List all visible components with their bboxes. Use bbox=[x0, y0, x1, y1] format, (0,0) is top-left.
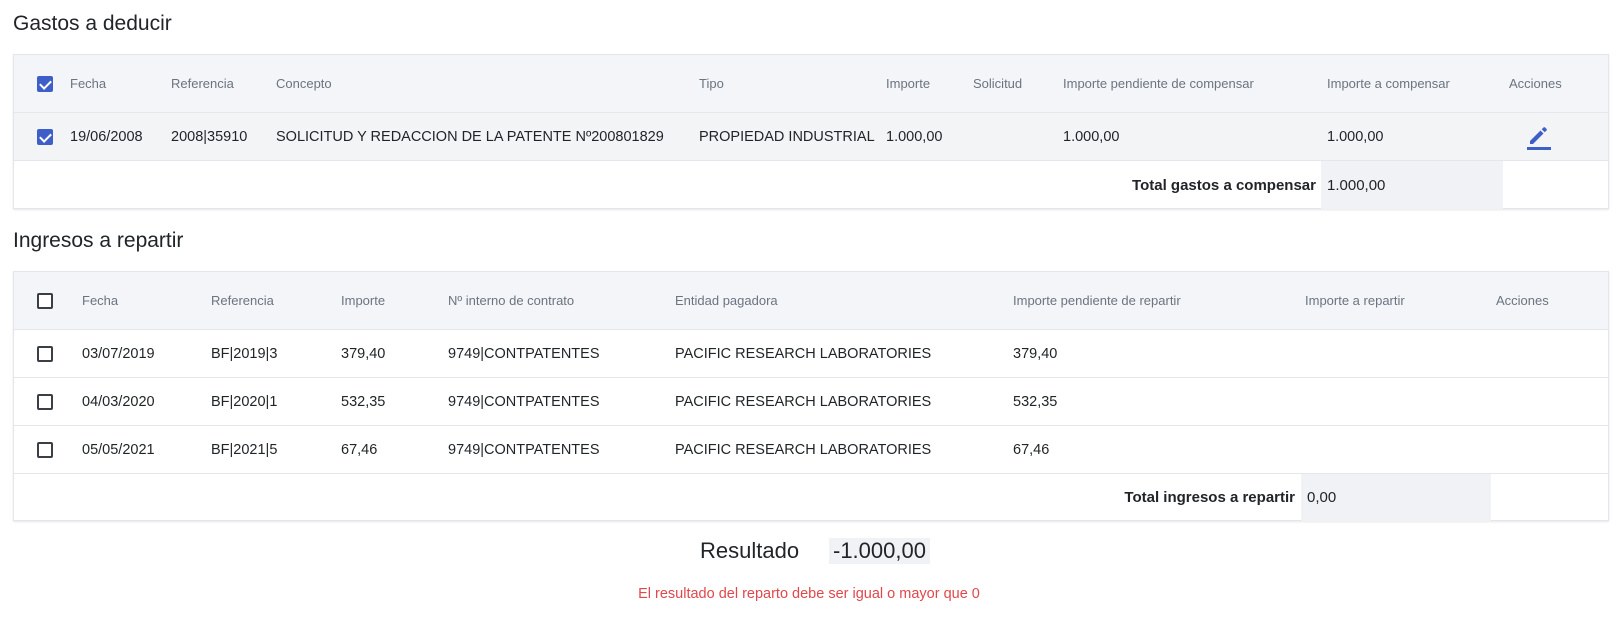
checkbox-checked-icon bbox=[37, 128, 53, 145]
header-importe-pendiente[interactable]: Importe pendiente de repartir bbox=[1013, 272, 1181, 329]
cell-importe-pendiente: 532,35 bbox=[1013, 393, 1058, 410]
header-importe-compensar[interactable]: Importe a compensar bbox=[1327, 55, 1450, 112]
header-tipo[interactable]: Tipo bbox=[699, 55, 724, 112]
cell-entidad: PACIFIC RESEARCH LABORATORIES bbox=[675, 345, 932, 362]
edit-button[interactable] bbox=[1527, 113, 1551, 160]
cell-entidad: PACIFIC RESEARCH LABORATORIES bbox=[675, 393, 932, 410]
ingresos-select-all-checkbox[interactable] bbox=[37, 272, 53, 329]
gastos-table: Fecha Referencia Concepto Tipo Importe S… bbox=[13, 54, 1609, 209]
gastos-total-row: Total gastos a compensar 1.000,00 bbox=[14, 161, 1608, 209]
header-referencia[interactable]: Referencia bbox=[211, 272, 274, 329]
header-fecha[interactable]: Fecha bbox=[70, 55, 106, 112]
checkbox-checked-icon bbox=[37, 75, 53, 92]
table-row[interactable]: 19/06/2008 2008|35910 SOLICITUD Y REDACC… bbox=[14, 113, 1608, 161]
ingresos-table-header: Fecha Referencia Importe Nº interno de c… bbox=[14, 272, 1608, 330]
total-ingresos-label: Total ingresos a repartir bbox=[1124, 489, 1295, 506]
row-checkbox[interactable] bbox=[37, 426, 53, 473]
cell-referencia: BF|2021|5 bbox=[211, 441, 278, 458]
cell-fecha: 19/06/2008 bbox=[70, 128, 143, 145]
cell-concepto: SOLICITUD Y REDACCION DE LA PATENTE Nº20… bbox=[276, 128, 664, 145]
cell-importe: 67,46 bbox=[341, 441, 378, 458]
table-row[interactable]: 05/05/2021 BF|2021|5 67,46 9749|CONTPATE… bbox=[14, 426, 1608, 474]
cell-referencia: BF|2020|1 bbox=[211, 393, 278, 410]
header-importe[interactable]: Importe bbox=[886, 55, 930, 112]
gastos-select-all-checkbox[interactable] bbox=[37, 55, 53, 112]
cell-tipo: PROPIEDAD INDUSTRIAL bbox=[699, 128, 875, 145]
pencil-edit-icon bbox=[1527, 126, 1551, 150]
cell-referencia: 2008|35910 bbox=[171, 128, 248, 145]
resultado-value: -1.000,00 bbox=[829, 538, 930, 564]
header-concepto[interactable]: Concepto bbox=[276, 55, 332, 112]
checkbox-unchecked-icon bbox=[37, 441, 53, 458]
cell-referencia: BF|2019|3 bbox=[211, 345, 278, 362]
cell-contrato: 9749|CONTPATENTES bbox=[448, 345, 600, 362]
row-checkbox[interactable] bbox=[37, 378, 53, 425]
gastos-section-title: Gastos a deducir bbox=[13, 12, 172, 35]
header-contrato[interactable]: Nº interno de contrato bbox=[448, 272, 574, 329]
header-importe[interactable]: Importe bbox=[341, 272, 385, 329]
resultado-label: Resultado bbox=[700, 538, 800, 563]
cell-contrato: 9749|CONTPATENTES bbox=[448, 441, 600, 458]
cell-fecha: 04/03/2020 bbox=[82, 393, 155, 410]
cell-contrato: 9749|CONTPATENTES bbox=[448, 393, 600, 410]
ingresos-section-title: Ingresos a repartir bbox=[13, 229, 184, 252]
header-fecha[interactable]: Fecha bbox=[82, 272, 118, 329]
table-row[interactable]: 04/03/2020 BF|2020|1 532,35 9749|CONTPAT… bbox=[14, 378, 1608, 426]
total-gastos-label: Total gastos a compensar bbox=[1132, 176, 1316, 194]
checkbox-unchecked-icon bbox=[37, 292, 53, 309]
cell-fecha: 03/07/2019 bbox=[82, 345, 155, 362]
checkbox-unchecked-icon bbox=[37, 345, 53, 362]
cell-importe: 379,40 bbox=[341, 345, 386, 362]
ingresos-table: Fecha Referencia Importe Nº interno de c… bbox=[13, 271, 1609, 521]
header-importe-repartir[interactable]: Importe a repartir bbox=[1305, 272, 1405, 329]
cell-importe-pendiente: 67,46 bbox=[1013, 441, 1050, 458]
cell-importe-pendiente: 1.000,00 bbox=[1063, 128, 1120, 145]
cell-importe: 1.000,00 bbox=[886, 128, 943, 145]
header-acciones: Acciones bbox=[1509, 76, 1562, 91]
cell-entidad: PACIFIC RESEARCH LABORATORIES bbox=[675, 441, 932, 458]
header-acciones: Acciones bbox=[1496, 293, 1549, 308]
header-importe-pendiente[interactable]: Importe pendiente de compensar bbox=[1063, 55, 1254, 112]
cell-fecha: 05/05/2021 bbox=[82, 441, 155, 458]
total-ingresos-value: 0,00 bbox=[1301, 474, 1491, 521]
cell-importe-pendiente: 379,40 bbox=[1013, 345, 1058, 362]
table-row[interactable]: 03/07/2019 BF|2019|3 379,40 9749|CONTPAT… bbox=[14, 330, 1608, 378]
total-gastos-value: 1.000,00 bbox=[1321, 161, 1503, 209]
ingresos-total-row: Total ingresos a repartir 0,00 bbox=[14, 474, 1608, 521]
header-entidad[interactable]: Entidad pagadora bbox=[675, 272, 778, 329]
resultado-error-message: El resultado del reparto debe ser igual … bbox=[638, 586, 980, 602]
cell-importe-compensar: 1.000,00 bbox=[1327, 128, 1384, 145]
checkbox-unchecked-icon bbox=[37, 393, 53, 410]
gastos-table-header: Fecha Referencia Concepto Tipo Importe S… bbox=[14, 55, 1608, 113]
cell-importe: 532,35 bbox=[341, 393, 386, 410]
row-checkbox[interactable] bbox=[37, 113, 53, 160]
header-solicitud[interactable]: Solicitud bbox=[973, 55, 1022, 112]
row-checkbox[interactable] bbox=[37, 330, 53, 377]
header-referencia[interactable]: Referencia bbox=[171, 55, 234, 112]
